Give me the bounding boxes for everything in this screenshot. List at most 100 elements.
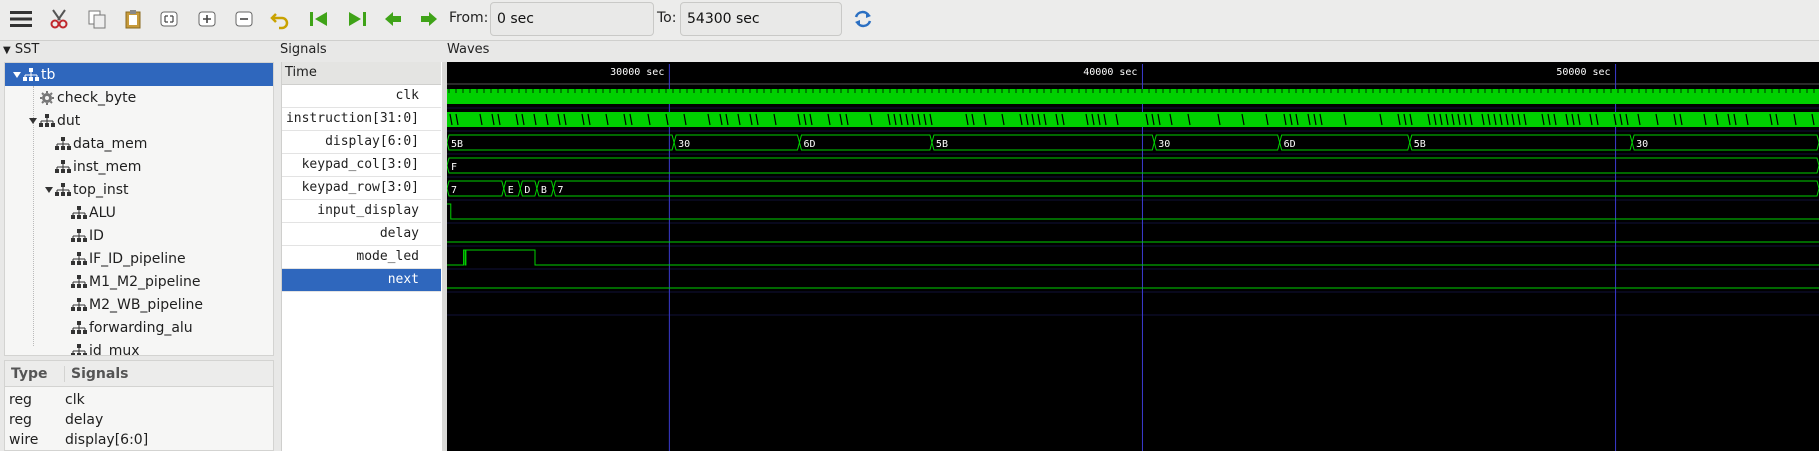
reload-icon[interactable] (848, 4, 878, 34)
display-segment (1631, 134, 1819, 151)
hierarchy-icon (71, 343, 87, 355)
paste-icon[interactable] (118, 4, 148, 34)
hierarchy-icon (71, 320, 87, 336)
signals-list[interactable]: Time clk instruction[31:0] display[6:0] key… (281, 62, 442, 451)
keypad-row-value-label: E (508, 185, 514, 196)
keypad-col-value-label: F (451, 162, 457, 173)
zoom-in-icon[interactable] (192, 4, 222, 34)
expander-arrow-icon[interactable] (27, 115, 39, 127)
hierarchy-icon (55, 136, 71, 152)
tree-item-id-mux[interactable]: id_mux (5, 339, 273, 355)
hierarchy-icon (71, 228, 87, 244)
signal-row-display[interactable]: display[6:0] (282, 131, 441, 154)
hierarchy-icon (55, 159, 71, 175)
signal-row-mode-led[interactable]: mode_led (282, 246, 441, 269)
sst-pane-title[interactable]: ▼ SST (3, 42, 39, 57)
display-segment (1153, 134, 1281, 151)
step-forward-icon[interactable] (414, 4, 444, 34)
copy-icon[interactable] (82, 4, 112, 34)
signal-row-clk[interactable]: clk (282, 85, 441, 108)
tree-item-forwarding-alu[interactable]: forwarding_alu (5, 316, 273, 339)
undo-icon[interactable] (265, 4, 295, 34)
hierarchy-icon (71, 205, 87, 221)
hierarchy-icon (55, 182, 71, 198)
tree-item-tb[interactable]: tb (5, 63, 273, 86)
tree-item-label: IF_ID_pipeline (89, 250, 186, 267)
signals-column-header[interactable]: Signals (64, 366, 128, 382)
signal-row-input-display[interactable]: input_display (282, 200, 441, 223)
to-input[interactable]: 54300 sec (680, 2, 842, 36)
tree-item-label: data_mem (73, 135, 148, 152)
instruction-trace (447, 112, 1819, 127)
display-value-label: 6D (803, 139, 815, 150)
keypad-row-value-label: 7 (557, 185, 563, 196)
tree-item-data-mem[interactable]: data_mem (5, 132, 273, 155)
tree-item-dut[interactable]: dut (5, 109, 273, 132)
clk-trace (447, 89, 1819, 104)
tree-item-m1-m2-pipeline[interactable]: M1_M2_pipeline (5, 270, 273, 293)
signal-row-delay[interactable]: delay (282, 223, 441, 246)
signals-table-header: Type Signals (5, 361, 273, 387)
signal-row-next[interactable]: next (282, 269, 441, 292)
signal-row-keypad-row[interactable]: keypad_row[3:0] (282, 177, 441, 200)
display-value-label: 30 (678, 139, 690, 150)
tree-item-m2-wb-pipeline[interactable]: M2_WB_pipeline (5, 293, 273, 316)
time-tick-label: 40000 sec (1083, 67, 1137, 78)
display-value-label: 30 (1158, 139, 1170, 150)
keypad-row-value-label: D (524, 185, 530, 196)
tree-item-check-byte[interactable]: check_byte (5, 86, 273, 109)
hamburger-menu-icon[interactable] (6, 4, 36, 34)
tree-item-if-id-pipeline[interactable]: IF_ID_pipeline (5, 247, 273, 270)
signal-table-row[interactable]: wire display[6:0] (5, 430, 273, 450)
hierarchy-icon (39, 113, 55, 129)
signals-type-table[interactable]: Type Signals reg clk reg delay wire display[6… (4, 360, 274, 451)
zoom-out-icon[interactable] (229, 4, 259, 34)
hierarchy-icon (23, 67, 39, 83)
keypad-row-segment (552, 180, 1819, 197)
tree-item-label: forwarding_alu (89, 319, 193, 336)
gear-icon (39, 90, 55, 106)
time-tick-label: 50000 sec (1556, 67, 1610, 78)
mode-led-trace (447, 249, 1819, 266)
type-column-header[interactable]: Type (11, 366, 48, 382)
display-segment (447, 134, 675, 151)
step-back-icon[interactable] (378, 4, 408, 34)
tree-item-alu[interactable]: ALU (5, 201, 273, 224)
waveform-view[interactable]: 30000 sec 40000 sec 50000 sec 5B 30 6D 5B 30 6D 5… (447, 62, 1819, 451)
tree-item-id[interactable]: ID (5, 224, 273, 247)
keypad-row-value-label: B (541, 185, 547, 196)
display-value-label: 5B (451, 139, 463, 150)
cut-icon[interactable] (44, 4, 74, 34)
input-display-trace (447, 203, 1819, 220)
from-input[interactable]: 0 sec (490, 2, 654, 36)
sst-tree[interactable]: tb check_byte dut data_mem inst_mem top_inst A… (4, 62, 274, 356)
tree-item-label: top_inst (73, 181, 129, 198)
time-header: Time (282, 62, 441, 85)
signal-row-keypad-col[interactable]: keypad_col[3:0] (282, 154, 441, 177)
expander-arrow-icon[interactable] (11, 69, 23, 81)
tree-item-label: tb (41, 66, 56, 83)
expander-arrow-icon[interactable] (43, 184, 55, 196)
signal-row-instruction[interactable]: instruction[31:0] (282, 108, 441, 131)
tree-item-top-inst[interactable]: top_inst (5, 178, 273, 201)
jump-end-icon[interactable] (342, 4, 372, 34)
signal-type: reg (9, 392, 32, 408)
jump-start-icon[interactable] (304, 4, 334, 34)
zoom-fit-icon[interactable] (154, 4, 184, 34)
waveform-canvas[interactable]: 30000 sec 40000 sec 50000 sec 5B 30 6D 5B 30 6D 5… (447, 62, 1819, 451)
from-label: From: (449, 10, 489, 26)
display-segment (673, 134, 800, 151)
hierarchy-icon (71, 274, 87, 290)
display-value-label: 6D (1284, 139, 1296, 150)
signal-name: clk (65, 392, 85, 408)
signal-type: wire (9, 432, 39, 448)
time-tick-label: 30000 sec (610, 67, 664, 78)
display-segment (931, 134, 1155, 151)
tree-item-inst-mem[interactable]: inst_mem (5, 155, 273, 178)
to-label: To: (657, 10, 677, 26)
